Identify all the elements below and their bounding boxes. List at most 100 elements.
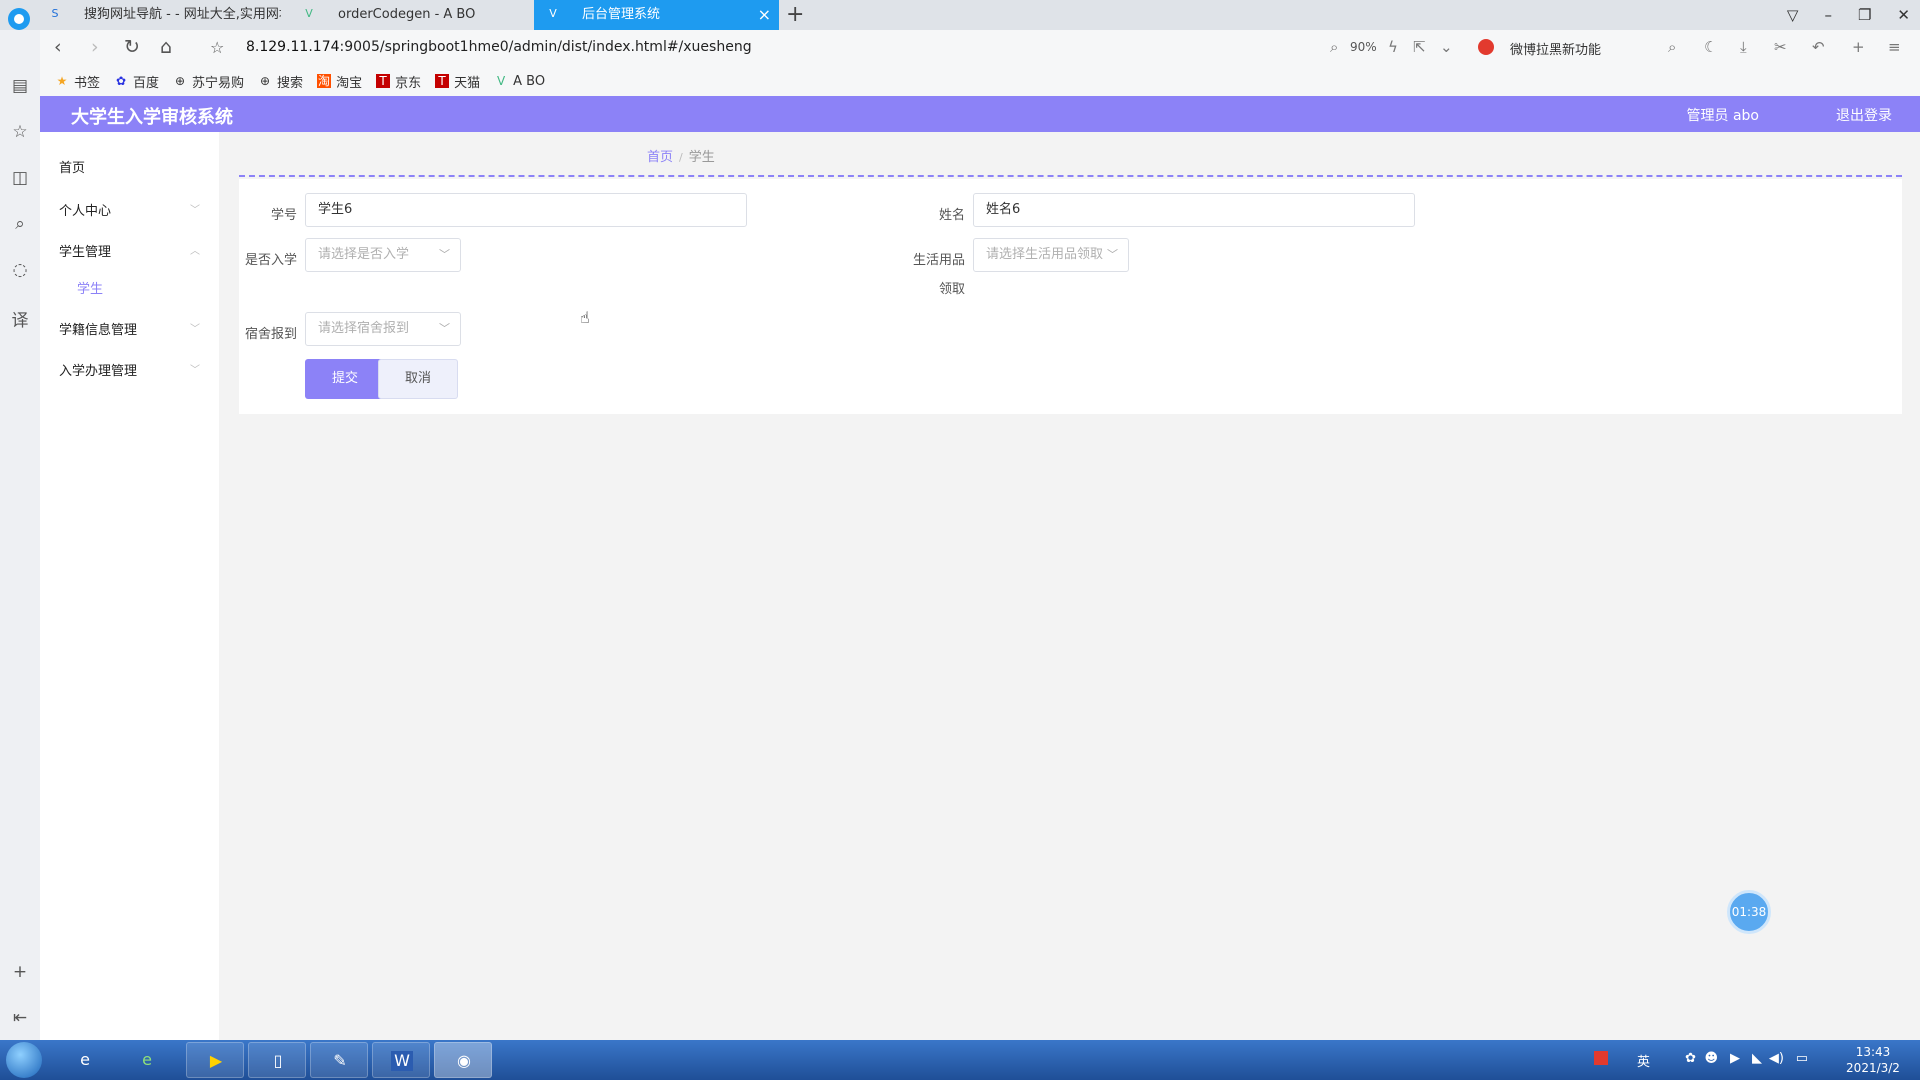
menu-icon[interactable]: ≡	[1888, 38, 1901, 56]
download-icon[interactable]: ⤓	[1740, 38, 1747, 56]
forward-icon[interactable]: ›	[91, 36, 99, 58]
tray-flower-icon[interactable]: ✿	[1685, 1051, 1696, 1066]
submit-button[interactable]: 提交	[305, 359, 385, 399]
bookmark-folder[interactable]: ★ 书签	[55, 72, 100, 91]
translate-icon[interactable]: 译	[10, 306, 30, 331]
back-icon[interactable]: ‹	[54, 36, 62, 58]
breadcrumb-home[interactable]: 首页	[647, 150, 673, 165]
input-language[interactable]: 英	[1637, 1051, 1650, 1070]
current-user: 管理员 abo	[1686, 108, 1759, 124]
url-path: :9005/springboot1hme0/admin/dist/index.h…	[339, 39, 752, 55]
app-title: 大学生入学审核系统	[71, 107, 233, 128]
ime-icon[interactable]	[1594, 1051, 1608, 1065]
divider	[239, 175, 1902, 177]
bookmark-jd[interactable]: T 京东	[376, 72, 421, 91]
action-center-icon[interactable]: ▭	[1796, 1051, 1808, 1066]
tab-sogou[interactable]: S 搜狗网址导航 - - 网址大全,实用网址	[36, 0, 282, 30]
close-window-icon[interactable]: ✕	[1897, 6, 1910, 24]
cancel-button[interactable]: 取消	[378, 359, 458, 399]
star-icon[interactable]: ☆	[210, 38, 224, 57]
browser-logo-icon[interactable]	[8, 8, 30, 30]
taskbar-notepad[interactable]: ▯	[248, 1042, 306, 1078]
minimize-icon[interactable]: –	[1824, 6, 1832, 24]
book-icon[interactable]: ◫	[10, 168, 30, 188]
zoom-icon[interactable]: ⌕	[1330, 38, 1338, 56]
taskbar-ie[interactable]: e	[60, 1042, 108, 1078]
sogou-search-icon[interactable]	[1478, 39, 1494, 55]
taskbar-sogou-browser[interactable]: ◉	[434, 1042, 492, 1078]
bookmark-tmall[interactable]: T 天猫	[435, 72, 480, 91]
bookmark-label: 搜索	[277, 75, 304, 91]
baidu-icon: ✿	[115, 74, 127, 88]
search-icon[interactable]: ⌕	[1668, 38, 1676, 56]
skin-icon[interactable]: ▽	[1787, 6, 1799, 24]
logout-link[interactable]: 退出登录	[1836, 105, 1892, 125]
start-button[interactable]	[6, 1042, 42, 1078]
star-icon: ★	[56, 74, 68, 88]
tray-play-icon[interactable]: ▶	[1730, 1051, 1740, 1066]
menu-item-enrollment-management[interactable]: 入学办理管理	[59, 360, 137, 379]
name-input[interactable]: 姓名6	[973, 193, 1415, 227]
chevron-down-icon: ﹀	[439, 248, 450, 261]
volume-icon[interactable]: ◀)	[1769, 1051, 1784, 1066]
bookmark-abo[interactable]: V A BO	[494, 74, 545, 89]
menu-item-home[interactable]: 首页	[59, 157, 85, 176]
night-mode-icon[interactable]: ☾	[1704, 38, 1717, 56]
dropdown-icon[interactable]: ⌄	[1440, 38, 1453, 56]
enrolled-select[interactable]: 请选择是否入学 ﹀	[305, 238, 461, 272]
vue-icon: V	[549, 7, 557, 20]
notepad-icon: ▯	[273, 1051, 283, 1070]
undo-icon[interactable]: ↶	[1812, 38, 1825, 56]
search-icon[interactable]: ⌕	[10, 214, 30, 234]
enrolled-label: 是否入学	[244, 253, 297, 268]
new-tab-button[interactable]: +	[786, 2, 804, 27]
bookmark-search[interactable]: ⊕ 搜索	[258, 72, 303, 91]
clock[interactable]: 13:43 2021/3/2	[1838, 1044, 1908, 1076]
bookmark-taobao[interactable]: 淘淘宝	[317, 72, 362, 91]
taskbar-browser[interactable]: e	[122, 1042, 170, 1078]
web-page: 大学生入学审核系统 管理员 abo 退出登录 首页 个人中心 ﹀ 学生管理 ︿ …	[40, 96, 1920, 1040]
qq-icon[interactable]: ☻	[1704, 1051, 1718, 1066]
reload-icon[interactable]: ↻	[124, 36, 140, 58]
home-icon[interactable]: ⌂	[160, 36, 172, 58]
taskbar-word[interactable]: W	[372, 1042, 430, 1078]
menu-item-student-management[interactable]: 学生管理	[59, 241, 111, 260]
menu-subitem-student[interactable]: 学生	[77, 278, 103, 297]
tab-admin[interactable]: V 后台管理系统 ×	[534, 0, 779, 30]
bookmark-label: 京东	[395, 75, 422, 91]
supplies-placeholder: 请选择生活用品领取	[986, 247, 1104, 262]
chevron-down-icon: ﹀	[190, 324, 200, 335]
taskbar-paint[interactable]: ✎	[310, 1042, 368, 1078]
chat-icon[interactable]: ◌	[10, 260, 30, 280]
taskbar-player[interactable]: ▶	[186, 1042, 244, 1078]
add-icon[interactable]: +	[1852, 38, 1865, 56]
favorites-icon[interactable]: ☆	[10, 122, 30, 142]
reader-icon[interactable]: ▤	[10, 76, 30, 96]
chevron-down-icon: ﹀	[190, 365, 200, 376]
bookmark-baidu[interactable]: ✿ 百度	[114, 72, 159, 91]
close-tab-icon[interactable]: ×	[758, 0, 771, 30]
network-warning-icon[interactable]: ◣	[1752, 1051, 1762, 1066]
scissors-icon[interactable]: ✂	[1774, 38, 1787, 56]
news-ticker[interactable]: 微博拉黑新功能	[1510, 39, 1601, 58]
menu-item-personal-center[interactable]: 个人中心	[59, 200, 111, 219]
restore-icon[interactable]: ❐	[1858, 6, 1871, 24]
add-icon[interactable]: +	[10, 962, 30, 982]
menu-item-record-management[interactable]: 学籍信息管理	[59, 319, 137, 338]
bookmark-suning[interactable]: ⊕ 苏宁易购	[173, 72, 244, 91]
sogou-icon: S	[51, 7, 59, 20]
chevron-down-icon: ﹀	[1107, 248, 1118, 261]
student-no-input[interactable]: 学生6	[305, 193, 747, 227]
zoom-level[interactable]: 90%	[1350, 40, 1377, 54]
share-icon[interactable]: ⇱	[1413, 38, 1426, 56]
url-field[interactable]: 8.129.11.174:9005/springboot1hme0/admin/…	[246, 39, 752, 55]
browser-tab-bar: S 搜狗网址导航 - - 网址大全,实用网址 V orderCodegen - …	[0, 0, 1920, 30]
lightning-icon[interactable]: ϟ	[1388, 38, 1398, 56]
supplies-select[interactable]: 请选择生活用品领取 ﹀	[973, 238, 1129, 272]
collapse-icon[interactable]: ⇤	[10, 1008, 30, 1028]
dorm-select[interactable]: 请选择宿舍报到 ﹀	[305, 312, 461, 346]
student-form: 学号 学生6 姓名 姓名6 是否入学 请选择是否入学 ﹀ 生活用品 领取 请选择…	[239, 179, 1902, 414]
floating-timer[interactable]: 01:38	[1727, 890, 1771, 934]
window-controls: ▽ – ❐ ✕	[1787, 0, 1910, 30]
tab-ordercodegen[interactable]: V orderCodegen - A BO	[290, 0, 535, 30]
